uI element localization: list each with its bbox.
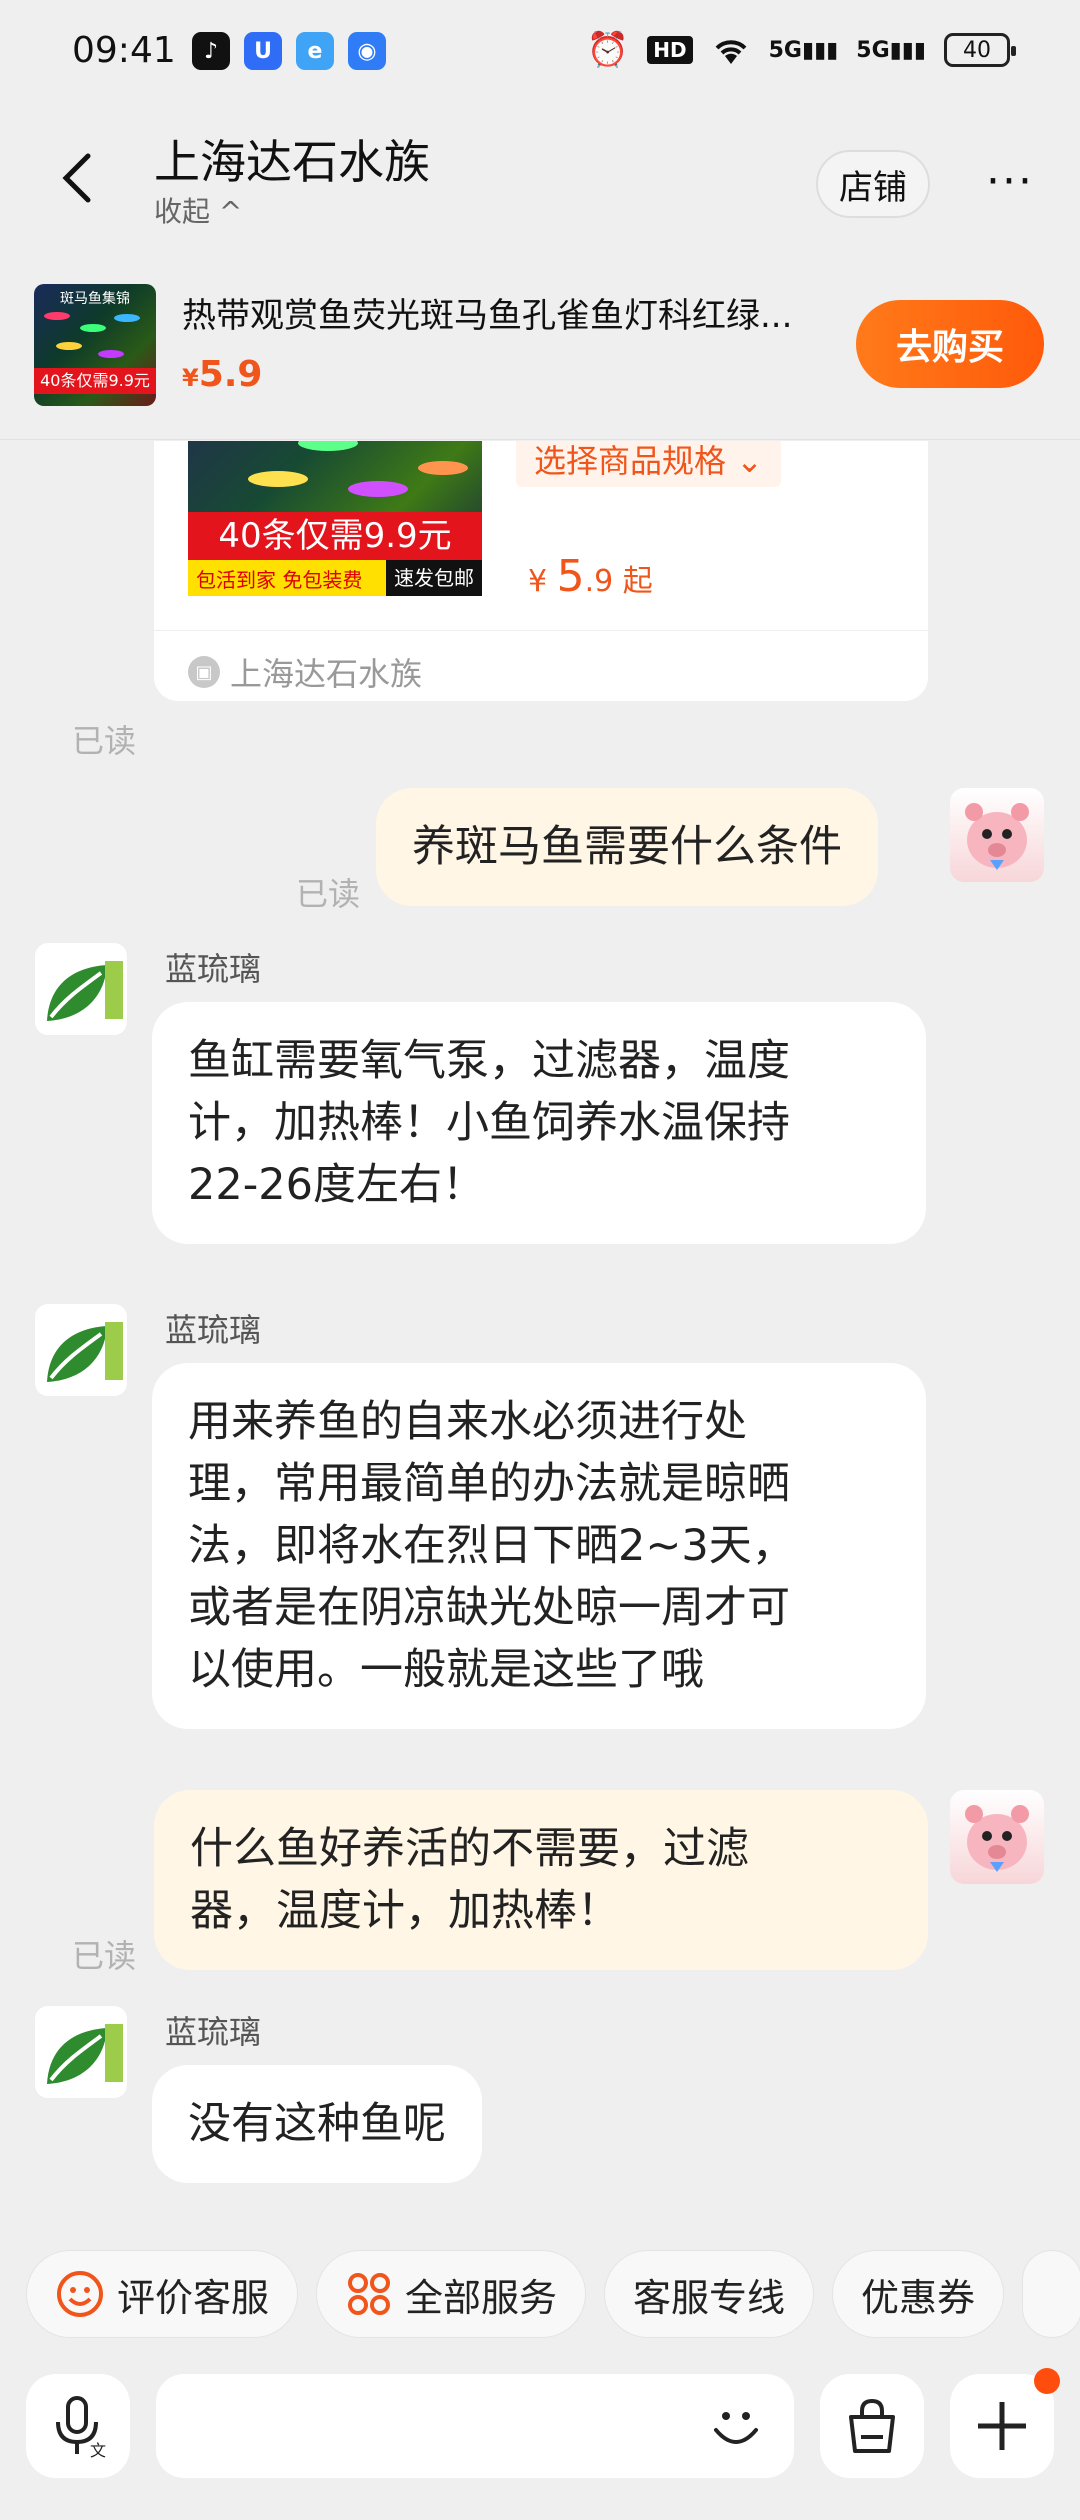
rate-service-button[interactable]: 评价客服 (26, 2250, 299, 2338)
product-card-image[interactable]: 40条仅需9.9元 包活到家 免包装费 速发包邮 (188, 441, 482, 596)
message-bubble-outgoing[interactable]: 什么鱼好养活的不需要，过滤 器，温度计，加热棒！ (154, 1790, 928, 1970)
leaf-logo-icon (39, 947, 125, 1033)
smiley-icon (57, 2271, 103, 2317)
message-bubble-incoming[interactable]: 没有这种鱼呢 (152, 2065, 482, 2183)
location-app-icon: ◉ (348, 32, 386, 70)
signal-5g-icon-1: 5G▮▮▮ (768, 37, 839, 63)
user-avatar[interactable] (950, 1790, 1044, 1884)
collapse-toggle[interactable]: 收起 ^ (154, 190, 242, 230)
alarm-icon: ⏰ (586, 30, 630, 70)
voice-button[interactable]: 文 (26, 2374, 130, 2478)
card-image-footer: 包活到家 免包装费 速发包邮 (188, 560, 482, 596)
notification-dot (1034, 2368, 1060, 2394)
status-bar: 09:41 ♪ U e ◉ ⏰ HD 5G▮▮▮ 5G▮▮▮ 40 (0, 0, 1080, 100)
sender-name: 蓝琉璃 (165, 1311, 262, 1349)
hotline-button[interactable]: 客服专线 (604, 2250, 815, 2338)
emoji-icon[interactable] (708, 2398, 764, 2454)
more-actions-button[interactable] (950, 2368, 1060, 2478)
product-card[interactable]: 40条仅需9.9元 包活到家 免包装费 速发包邮 选择商品规格 ⌄ ¥ 5.9 … (154, 441, 928, 701)
card-shop-link[interactable]: ▣ 上海达石水族 (188, 649, 422, 695)
agent-avatar[interactable] (34, 2005, 128, 2099)
back-button[interactable] (56, 148, 106, 208)
more-chip[interactable] (1022, 2250, 1080, 2338)
piggy-avatar-icon (965, 1805, 1029, 1872)
wifi-icon (715, 40, 746, 64)
thumb-banner: 40条仅需9.9元 (34, 368, 156, 394)
page-title: 上海达石水族 (154, 135, 430, 189)
quick-actions-bar: 评价客服 全部服务 客服专线 优惠券 (0, 2250, 1080, 2360)
message-bubble-outgoing[interactable]: 养斑马鱼需要什么条件 (376, 788, 878, 906)
thumb-title: 斑马鱼集锦 (60, 291, 130, 307)
piggy-avatar-icon (965, 803, 1029, 870)
microphone-icon: 文 (56, 2396, 106, 2458)
grid-icon (348, 2273, 391, 2315)
shopping-bag-button[interactable] (820, 2374, 924, 2478)
agent-avatar[interactable] (34, 942, 128, 1036)
chat-header: 上海达石水族 收起 ^ 店铺 ··· (0, 100, 1080, 250)
product-banner: 斑马鱼集锦 40条仅需9.9元 热带观赏鱼荧光斑马鱼孔雀鱼灯科红绿... ¥5.… (0, 250, 1080, 440)
card-shop-name: 上海达石水族 (230, 655, 423, 693)
chevron-left-icon (62, 153, 91, 203)
store-icon: ▣ (188, 656, 220, 688)
status-time: 09:41 (72, 30, 176, 71)
input-bar: 文 (0, 2368, 1080, 2520)
card-price: ¥ 5.9 起 (528, 551, 653, 602)
signal-5g-icon-2: 5G▮▮▮ (856, 37, 926, 63)
buy-button[interactable]: 去购买 (856, 300, 1044, 388)
status-app-icons: ♪ U e ◉ (192, 32, 386, 70)
product-thumbnail[interactable]: 斑马鱼集锦 40条仅需9.9元 (34, 284, 156, 406)
leaf-logo-icon (39, 1308, 125, 1394)
sender-name: 蓝琉璃 (165, 2013, 262, 2051)
store-button[interactable]: 店铺 (816, 150, 930, 218)
divider (154, 630, 928, 631)
product-price: ¥5.9 (182, 354, 263, 395)
browser-icon: e (296, 32, 334, 70)
shopping-bag-icon (849, 2398, 895, 2453)
hd-icon: HD (647, 36, 693, 64)
read-receipt: 已读 (296, 875, 361, 913)
spec-select-button[interactable]: 选择商品规格 ⌄ (516, 441, 781, 487)
chat-messages[interactable]: 40条仅需9.9元 包活到家 免包装费 速发包邮 选择商品规格 ⌄ ¥ 5.9 … (0, 441, 1080, 2230)
status-indicators: ⏰ HD 5G▮▮▮ 5G▮▮▮ 40 (586, 30, 1016, 70)
product-name[interactable]: 热带观赏鱼荧光斑马鱼孔雀鱼灯科红绿... (182, 288, 842, 337)
plus-icon (978, 2402, 1026, 2450)
message-input[interactable] (156, 2374, 794, 2478)
agent-avatar[interactable] (34, 1303, 128, 1397)
leaf-logo-icon (39, 2010, 125, 2096)
user-avatar[interactable] (950, 788, 1044, 882)
sender-name: 蓝琉璃 (165, 950, 262, 988)
svg-text:文: 文 (90, 2441, 106, 2458)
more-options-icon[interactable]: ··· (986, 156, 1034, 207)
tiktok-icon: ♪ (192, 32, 230, 70)
read-receipt: 已读 (72, 722, 137, 760)
message-bubble-incoming[interactable]: 用来养鱼的自来水必须进行处 理，常用最简单的办法就是晾晒 法，即将水在烈日下晒2… (152, 1363, 926, 1729)
shield-app-icon: U (244, 32, 282, 70)
coupon-button[interactable]: 优惠券 (832, 2250, 1005, 2338)
card-image-banner: 40条仅需9.9元 (188, 512, 482, 560)
message-bubble-incoming[interactable]: 鱼缸需要氧气泵，过滤器，温度 计，加热棒！小鱼饲养水温保持 22-26度左右！ (152, 1002, 926, 1244)
all-services-button[interactable]: 全部服务 (316, 2250, 587, 2338)
battery-icon: 40 (944, 33, 1016, 67)
read-receipt: 已读 (72, 1937, 137, 1975)
